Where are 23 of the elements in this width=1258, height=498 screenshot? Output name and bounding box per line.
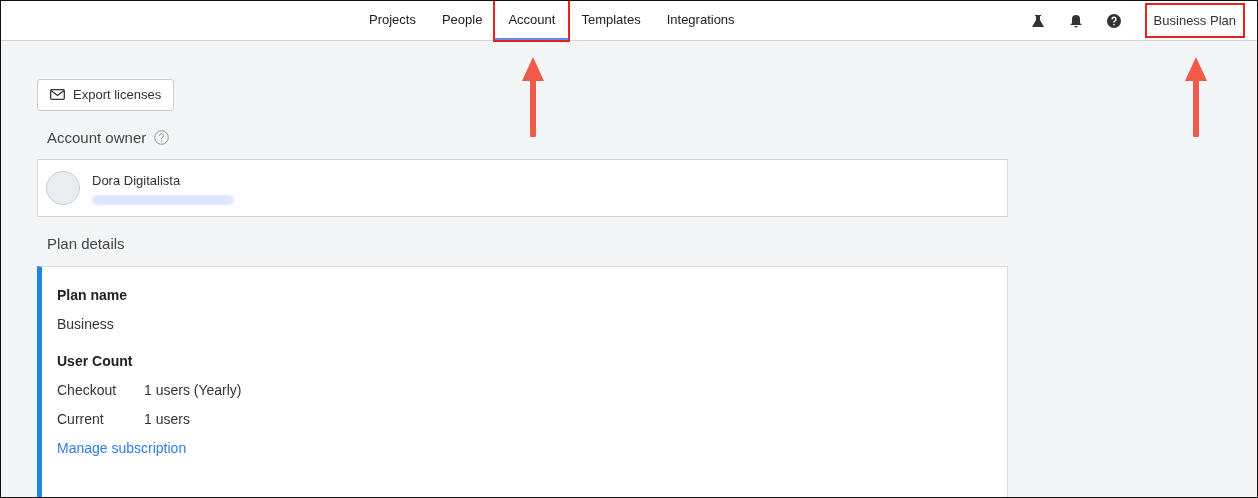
flask-icon[interactable] [1030, 13, 1045, 28]
field-value: 1 users (Yearly) [144, 380, 242, 400]
business-plan-link[interactable]: Business Plan [1144, 2, 1245, 39]
nav-tab[interactable]: Projects [356, 1, 429, 40]
envelope-icon [50, 89, 65, 101]
field-value: Business [57, 314, 115, 334]
nav-tab[interactable]: Integrations [653, 1, 748, 40]
nav-tab[interactable]: People [428, 1, 496, 40]
export-licenses-button[interactable]: Export licenses [37, 79, 175, 111]
field-value: 1 users [144, 409, 190, 429]
field-label: Plan name [57, 285, 129, 305]
help-icon[interactable] [1106, 13, 1121, 28]
section-heading: Account owner [47, 127, 147, 148]
manage-subscription-link[interactable]: Manage subscription [57, 439, 187, 456]
nav-tab[interactable]: Templates [568, 1, 654, 40]
section-heading: Plan details [47, 234, 126, 254]
field-label: Checkout [57, 380, 118, 400]
nav-tab[interactable]: Account [495, 1, 569, 40]
owner-name: Dora Digitalista [92, 172, 182, 191]
avatar-placeholder [46, 171, 80, 205]
field-label: User Count [57, 351, 134, 371]
bell-icon[interactable] [1068, 13, 1083, 28]
field-label: Current [57, 409, 105, 429]
